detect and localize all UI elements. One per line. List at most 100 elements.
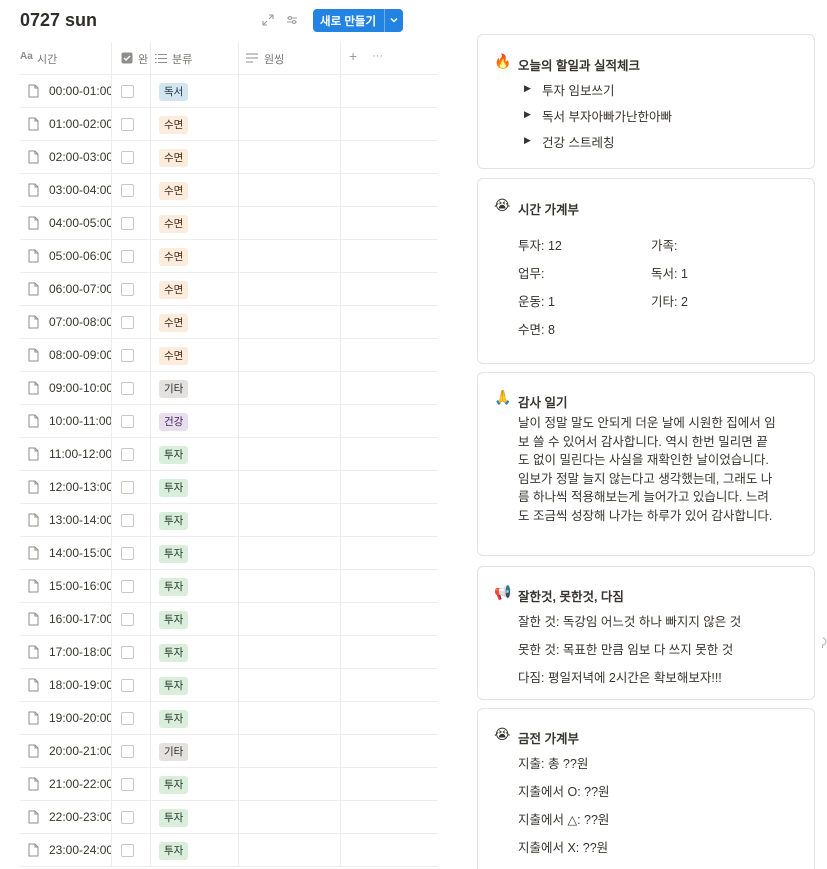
cell-time[interactable]: 17:00-18:00: [20, 636, 111, 668]
cell-time[interactable]: 00:00-01:00: [20, 75, 111, 107]
cell-note[interactable]: [238, 834, 340, 866]
cell-time[interactable]: 09:00-10:00: [20, 372, 111, 404]
cell-time[interactable]: 19:00-20:00: [20, 702, 111, 734]
done-checkbox[interactable]: [121, 712, 134, 725]
table-row[interactable]: 01:00-02:00 수면: [20, 108, 438, 141]
cell-time[interactable]: 22:00-23:00: [20, 801, 111, 833]
done-checkbox[interactable]: [121, 85, 134, 98]
table-row[interactable]: 06:00-07:00 수면: [20, 273, 438, 306]
cell-note[interactable]: [238, 669, 340, 701]
done-checkbox[interactable]: [121, 316, 134, 329]
cell-time[interactable]: 18:00-19:00: [20, 669, 111, 701]
table-row[interactable]: 09:00-10:00 기타: [20, 372, 438, 405]
cell-note[interactable]: [238, 801, 340, 833]
table-row[interactable]: 16:00-17:00 투자: [20, 603, 438, 636]
table-row[interactable]: 13:00-14:00 투자: [20, 504, 438, 537]
row-title[interactable]: 05:00-06:00: [49, 249, 111, 263]
cell-category[interactable]: 투자: [150, 834, 238, 866]
cell-time[interactable]: 04:00-05:00: [20, 207, 111, 239]
cell-category[interactable]: 투자: [150, 801, 238, 833]
row-title[interactable]: 11:00-12:00: [49, 447, 111, 461]
row-title[interactable]: 10:00-11:00: [49, 414, 111, 428]
toggle-triangle-icon[interactable]: ▶: [524, 109, 531, 120]
cell-category[interactable]: 수면: [150, 240, 238, 272]
row-title[interactable]: 00:00-01:00: [49, 84, 111, 98]
cell-category[interactable]: 투자: [150, 570, 238, 602]
cell-category[interactable]: 기타: [150, 735, 238, 767]
done-checkbox[interactable]: [121, 283, 134, 296]
table-row[interactable]: 00:00-01:00 독서: [20, 75, 438, 108]
column-header-category[interactable]: 분류: [150, 42, 238, 74]
cell-note[interactable]: [238, 636, 340, 668]
table-row[interactable]: 11:00-12:00 투자: [20, 438, 438, 471]
cell-note[interactable]: [238, 504, 340, 536]
row-title[interactable]: 03:00-04:00: [49, 183, 111, 197]
cell-category[interactable]: 수면: [150, 207, 238, 239]
row-title[interactable]: 14:00-15:00: [49, 546, 111, 560]
cell-category[interactable]: 투자: [150, 471, 238, 503]
done-checkbox[interactable]: [121, 580, 134, 593]
row-title[interactable]: 15:00-16:00: [49, 579, 111, 593]
row-title[interactable]: 09:00-10:00: [49, 381, 111, 395]
cell-category[interactable]: 수면: [150, 339, 238, 371]
filter-icon[interactable]: [285, 14, 299, 28]
done-checkbox[interactable]: [121, 217, 134, 230]
row-title[interactable]: 02:00-03:00: [49, 150, 111, 164]
done-checkbox[interactable]: [121, 118, 134, 131]
done-checkbox[interactable]: [121, 415, 134, 428]
table-row[interactable]: 22:00-23:00 투자: [20, 801, 438, 834]
cell-category[interactable]: 투자: [150, 504, 238, 536]
row-title[interactable]: 13:00-14:00: [49, 513, 111, 527]
comment-icon[interactable]: [818, 637, 827, 649]
done-checkbox[interactable]: [121, 184, 134, 197]
table-row[interactable]: 07:00-08:00 수면: [20, 306, 438, 339]
cell-note[interactable]: [238, 735, 340, 767]
row-title[interactable]: 22:00-23:00: [49, 810, 111, 824]
cell-time[interactable]: 07:00-08:00: [20, 306, 111, 338]
row-title[interactable]: 18:00-19:00: [49, 678, 111, 692]
cell-time[interactable]: 03:00-04:00: [20, 174, 111, 206]
toggle-triangle-icon[interactable]: ▶: [524, 83, 531, 94]
cell-note[interactable]: [238, 372, 340, 404]
row-title[interactable]: 06:00-07:00: [49, 282, 111, 296]
done-checkbox[interactable]: [121, 844, 134, 857]
cell-time[interactable]: 16:00-17:00: [20, 603, 111, 635]
cell-time[interactable]: 20:00-21:00: [20, 735, 111, 767]
cell-note[interactable]: [238, 174, 340, 206]
done-checkbox[interactable]: [121, 514, 134, 527]
expand-icon[interactable]: [261, 14, 275, 28]
cell-note[interactable]: [238, 273, 340, 305]
done-checkbox[interactable]: [121, 679, 134, 692]
cell-time[interactable]: 08:00-09:00: [20, 339, 111, 371]
cell-note[interactable]: [238, 339, 340, 371]
table-row[interactable]: 02:00-03:00 수면: [20, 141, 438, 174]
cell-note[interactable]: [238, 471, 340, 503]
table-row[interactable]: 12:00-13:00 투자: [20, 471, 438, 504]
row-title[interactable]: 20:00-21:00: [49, 744, 111, 758]
toggle-item[interactable]: 독서 부자아빠가난한아빠: [542, 106, 672, 125]
row-title[interactable]: 07:00-08:00: [49, 315, 111, 329]
table-row[interactable]: 20:00-21:00 기타: [20, 735, 438, 768]
cell-category[interactable]: 투자: [150, 669, 238, 701]
cell-note[interactable]: [238, 207, 340, 239]
cell-note[interactable]: [238, 603, 340, 635]
done-checkbox[interactable]: [121, 613, 134, 626]
table-row[interactable]: 08:00-09:00 수면: [20, 339, 438, 372]
row-title[interactable]: 19:00-20:00: [49, 711, 111, 725]
cell-note[interactable]: [238, 75, 340, 107]
cell-category[interactable]: 건강: [150, 405, 238, 437]
cell-note[interactable]: [238, 702, 340, 734]
cell-time[interactable]: 21:00-22:00: [20, 768, 111, 800]
done-checkbox[interactable]: [121, 547, 134, 560]
toggle-triangle-icon[interactable]: ▶: [524, 135, 531, 146]
done-checkbox[interactable]: [121, 745, 134, 758]
cell-note[interactable]: [238, 537, 340, 569]
cell-note[interactable]: [238, 438, 340, 470]
cell-note[interactable]: [238, 570, 340, 602]
column-header-time[interactable]: Aa 시간: [20, 42, 111, 74]
toggle-item[interactable]: 투자 임보쓰기: [542, 80, 614, 99]
done-checkbox[interactable]: [121, 481, 134, 494]
cell-time[interactable]: 02:00-03:00: [20, 141, 111, 173]
cell-category[interactable]: 수면: [150, 306, 238, 338]
cell-time[interactable]: 06:00-07:00: [20, 273, 111, 305]
